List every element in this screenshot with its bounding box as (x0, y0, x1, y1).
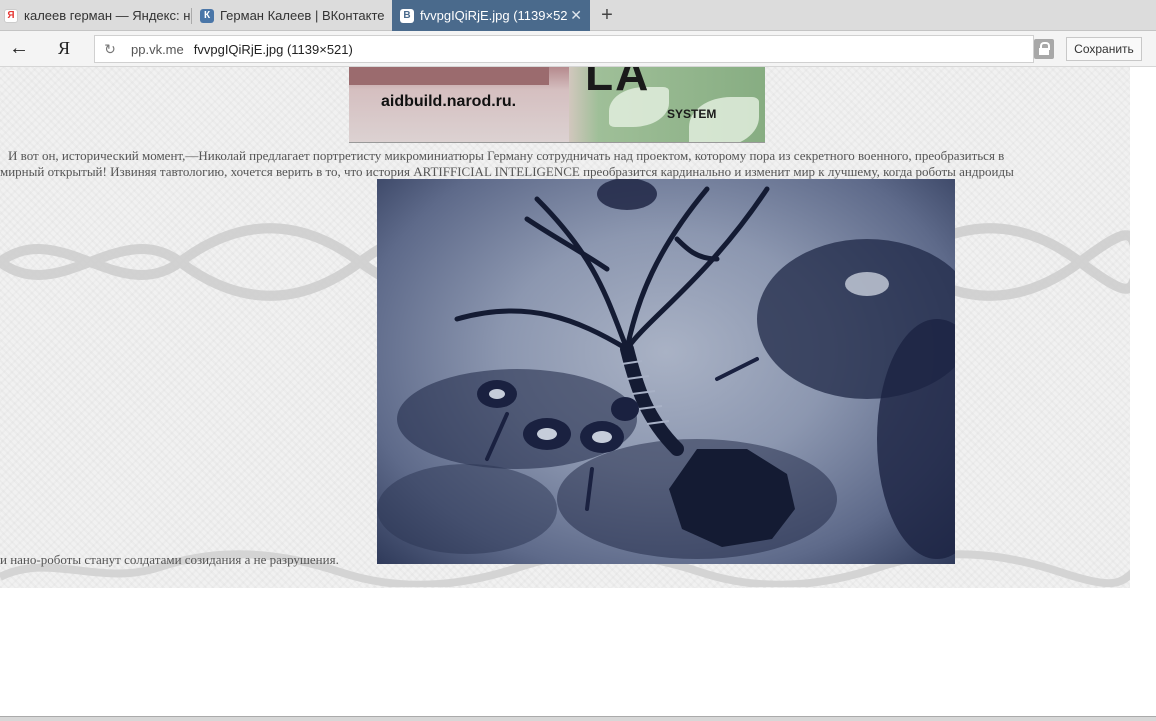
save-button[interactable]: Сохранить (1066, 37, 1142, 61)
banner-logo: LA (585, 67, 651, 100)
article-text: И вот он, исторический момент,—Николай п… (0, 148, 1130, 180)
address-bar[interactable]: ↻ pp.vk.me fvvpgIQiRjE.jpg (1139×521) (94, 35, 1034, 63)
site-banner: aidbuild.narod.ru. LA SYSTEM (349, 67, 765, 143)
tab-label: Герман Калеев | ВКонтакте (220, 8, 385, 23)
tab-strip: Я калеев герман — Яндекс: н К Герман Кал… (0, 0, 1156, 31)
tab-label: fvvpgIQiRjE.jpg (1139×52 (420, 8, 568, 23)
article-line: И вот он, исторический момент,—Николай п… (8, 148, 1005, 163)
banner-logo-sub: SYSTEM (667, 107, 717, 121)
address-toolbar: ← Я ↻ pp.vk.me fvvpgIQiRjE.jpg (1139×521… (0, 31, 1156, 67)
article-line: мирный открытый! Извиняя тавтологию, хоч… (0, 164, 1014, 179)
yandex-icon: Я (4, 8, 18, 23)
reload-icon[interactable]: ↻ (95, 41, 125, 58)
robot-photo (377, 179, 955, 564)
lock-icon[interactable] (1034, 39, 1054, 59)
article-caption: и нано-роботы станут солдатами созидания… (0, 552, 339, 567)
tab-image-active[interactable]: B fvvpgIQiRjE.jpg (1139×52 ✕ (392, 0, 590, 31)
tab-yandex-search[interactable]: Я калеев герман — Яндекс: н (0, 0, 190, 31)
new-tab-button[interactable]: + (596, 3, 618, 27)
yandex-logo-button[interactable]: Я (58, 38, 70, 59)
robot-photo-drawing (377, 179, 955, 559)
taskbar-edge (0, 716, 1156, 721)
close-icon[interactable]: ✕ (570, 7, 582, 24)
page-image: aidbuild.narod.ru. LA SYSTEM И вот он, и… (0, 67, 1130, 588)
url-domain: pp.vk.me (131, 41, 184, 57)
url-title: fvvpgIQiRjE.jpg (1139×521) (193, 41, 353, 57)
tab-label: калеев герман — Яндекс: н (24, 8, 190, 23)
vk-icon: К (200, 8, 214, 23)
back-button[interactable]: ← (8, 37, 30, 59)
vk-icon: B (400, 8, 414, 23)
tab-vkontakte[interactable]: К Герман Калеев | ВКонтакте (192, 0, 390, 31)
banner-site-name: aidbuild.narod.ru. (381, 93, 517, 110)
banner-top-strip (349, 67, 549, 85)
